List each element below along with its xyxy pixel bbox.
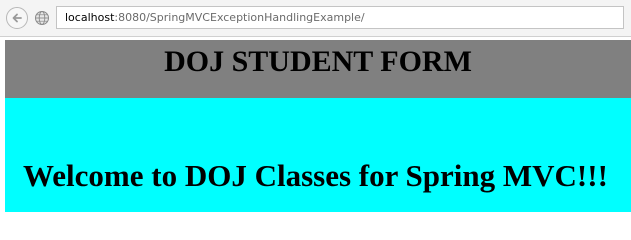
welcome-message: Welcome to DOJ Classes for Spring MVC!!! xyxy=(23,158,608,193)
address-bar[interactable]: localhost:8080/SpringMVCExceptionHandlin… xyxy=(56,6,624,29)
url-path: :8080/SpringMVCExceptionHandlingExample/ xyxy=(114,11,365,24)
url-host: localhost xyxy=(65,11,115,24)
back-button[interactable] xyxy=(6,7,28,29)
globe-icon xyxy=(35,11,49,25)
browser-toolbar: localhost:8080/SpringMVCExceptionHandlin… xyxy=(0,0,631,37)
form-header: DOJ STUDENT FORM xyxy=(5,40,631,98)
page-title: DOJ STUDENT FORM xyxy=(164,45,472,78)
form-body: Welcome to DOJ Classes for Spring MVC!!! xyxy=(5,98,631,212)
url-text: localhost:8080/SpringMVCExceptionHandlin… xyxy=(65,10,365,26)
forward-button[interactable] xyxy=(34,10,50,26)
page-content: DOJ STUDENT FORM Welcome to DOJ Classes … xyxy=(0,37,631,212)
back-arrow-icon xyxy=(12,13,22,23)
